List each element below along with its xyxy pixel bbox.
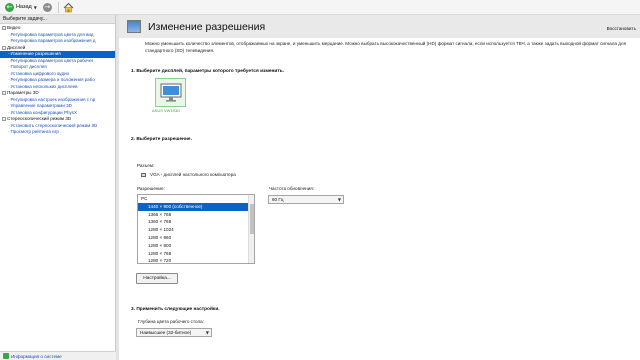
collapse-icon[interactable]: - (2, 26, 6, 31)
display-name: ASUS VW193D (152, 108, 181, 113)
tree-task-label: Регулировка параметров изображения д (10, 38, 96, 43)
monitor-icon (160, 83, 181, 102)
tree-task-label: Поворот дисплея (10, 64, 47, 69)
tree-connector: - (8, 31, 10, 37)
resolution-option[interactable]: 1280 × 720 (138, 257, 254, 263)
customize-button[interactable]: Настройка... (136, 273, 178, 284)
forward-button[interactable]: → (41, 2, 54, 13)
resolution-option[interactable]: 1280 × 1024 (138, 226, 254, 234)
tree-task-label: Регулировка размера и положения рабо (10, 77, 95, 82)
tree-task-label: Установить стереоскопический режим 3D (10, 122, 98, 128)
back-label: Назад (16, 4, 32, 10)
resolution-list[interactable]: PC 1440 × 900 (собственное) 1366 × 768 1360… (137, 194, 255, 264)
tree-connector: - (8, 51, 10, 56)
resolution-option[interactable]: 1280 × 768 (138, 250, 254, 258)
step2-heading: 2. Выберите разрешение. (131, 137, 192, 142)
connector-value: VGA - дисплей настольного компьютера (150, 172, 236, 177)
resolution-option[interactable]: 1280 × 960 (138, 234, 254, 242)
step1-heading: 1. Выберите дисплей, параметры которого … (131, 69, 285, 74)
page-title: Изменение разрешения (148, 20, 266, 33)
tree-task-label: Установка конфигурации PhysX (10, 109, 77, 115)
page-header: Изменение разрешения Восстановить (119, 15, 640, 38)
tree-task-label: Регулировка настроек изображения с пр (10, 96, 96, 102)
tree-task-label: Установка цифрового аудио (10, 70, 70, 76)
info-icon (3, 353, 9, 359)
forward-arrow-icon: → (42, 2, 52, 12)
tree-connector: - (8, 122, 10, 128)
toolbar: ← Назад ▼ → (0, 0, 640, 15)
tree-connector: - (8, 77, 10, 82)
back-button[interactable]: ← Назад ▼ (3, 2, 39, 13)
resolution-scrollbar[interactable] (248, 195, 254, 263)
tree-connector: - (8, 103, 10, 108)
resolution-group: PC (141, 196, 148, 201)
toolbar-divider (57, 1, 59, 13)
tree-connector: - (8, 96, 10, 102)
home-button[interactable] (63, 2, 74, 13)
tree-task-label: Регулировка параметров цвета рабочег (10, 57, 94, 63)
tree-task-label: Просмотр рейтинга игр (10, 129, 59, 134)
color-depth-value: Наивысшее (32-битное) (140, 330, 192, 335)
tree-connector: - (8, 38, 10, 43)
tree-connector: - (8, 70, 10, 76)
collapse-icon[interactable]: - (2, 117, 6, 122)
refresh-rate-value: 60 Гц (272, 197, 284, 202)
system-info-link[interactable]: Информация о системе (11, 354, 62, 359)
back-history-dropdown-icon[interactable]: ▼ (34, 5, 37, 10)
restore-link[interactable]: Восстановить (607, 26, 636, 31)
vga-connector-icon (141, 173, 146, 177)
collapse-icon[interactable]: - (2, 91, 6, 96)
tree-connector: - (8, 129, 10, 134)
resolution-option[interactable]: 1360 × 768 (138, 218, 254, 226)
tree-connector: - (8, 57, 10, 63)
resolution-option[interactable]: 1280 × 800 (138, 242, 254, 250)
main-content: Изменение разрешения Восстановить Можно … (119, 15, 640, 360)
collapse-icon[interactable]: - (2, 45, 6, 50)
resolution-label: Разрешение: (137, 186, 165, 191)
display-settings-icon (127, 20, 141, 33)
color-depth-select[interactable]: Наивысшее (32-битное) ▼ (136, 328, 212, 337)
tree-task-item[interactable]: -Просмотр рейтинга игр (0, 129, 115, 136)
tree-task-label: Управление параметрами 3D (10, 103, 72, 108)
system-info-footer: Информация о системе (0, 351, 116, 360)
step3-heading: 3. Применить следующие настройки. (131, 307, 220, 312)
task-panel-header: Выберите задачу... (0, 15, 115, 24)
resolution-option[interactable]: 1440 × 900 (собственное) (138, 202, 254, 211)
tree-task-label: Установка нескольких дисплеев (10, 83, 78, 89)
display-selector[interactable] (155, 78, 186, 107)
task-tree: - Видео -Регулировка параметров цвета для … (0, 24, 115, 136)
task-panel: Выберите задачу... - Видео -Регулировка па… (0, 15, 116, 360)
refresh-rate-label: Частота обновления: (269, 186, 315, 191)
tree-connector: - (8, 83, 10, 89)
refresh-rate-select[interactable]: 60 Гц ▼ (268, 195, 344, 204)
tree-connector: - (8, 64, 10, 69)
tree-task-label: Изменение разрешения (10, 51, 61, 56)
tree-connector: - (8, 109, 10, 115)
home-icon (63, 2, 74, 12)
chevron-down-icon: ▼ (337, 197, 341, 202)
resolution-option[interactable]: 1366 × 768 (138, 211, 254, 219)
color-depth-label: Глубина цвета рабочего стола: (138, 319, 204, 324)
chevron-down-icon: ▼ (205, 330, 209, 335)
connector-label: Разъем: (137, 163, 155, 168)
back-arrow-icon: ← (5, 2, 14, 12)
page-description: Можно уменьшить количество элементов, от… (145, 41, 627, 53)
tree-task-label: Регулировка параметров цвета для вид (10, 31, 94, 37)
